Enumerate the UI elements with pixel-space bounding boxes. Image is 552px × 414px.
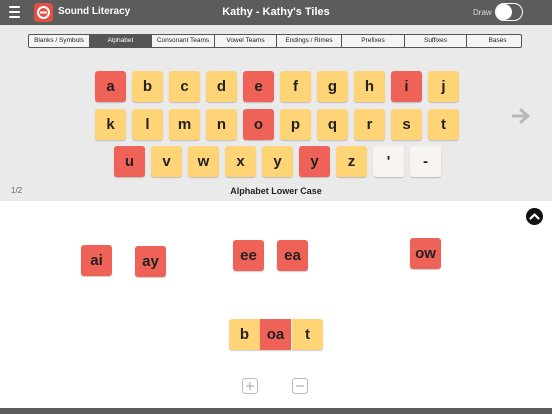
tab-consonant-teams[interactable]: Consonant Teams	[152, 35, 215, 47]
tile-w[interactable]: w	[188, 146, 219, 177]
tile-b[interactable]: b	[132, 71, 163, 102]
draw-label: Draw	[473, 8, 492, 17]
minus-icon[interactable]	[292, 378, 308, 394]
tab-suffixes[interactable]: Suffixes	[405, 35, 467, 47]
tile-e[interactable]: e	[243, 71, 274, 102]
tile-z[interactable]: z	[336, 146, 367, 177]
toggle-knob	[496, 4, 512, 20]
tab-bases[interactable]: Bases	[467, 35, 528, 47]
tab-endings-rimes[interactable]: Endings / Rimes	[277, 35, 342, 47]
tile-j[interactable]: j	[428, 71, 459, 102]
tile-apostrophe[interactable]: '	[373, 146, 404, 177]
canvas-tile-ai[interactable]: ai	[81, 245, 112, 276]
canvas-tile-ay[interactable]: ay	[135, 246, 166, 277]
chevron-up-icon[interactable]	[526, 208, 543, 225]
tile-t[interactable]: t	[428, 109, 459, 140]
tile-m[interactable]: m	[169, 109, 200, 140]
tile-g[interactable]: g	[317, 71, 348, 102]
tile-y[interactable]: y	[262, 146, 293, 177]
tile-h[interactable]: h	[354, 71, 385, 102]
tile-s[interactable]: s	[391, 109, 422, 140]
tab-prefixes[interactable]: Prefixes	[342, 35, 405, 47]
word-tile-oa[interactable]: oa	[260, 319, 291, 350]
tab-alphabet[interactable]: Alphabet	[90, 35, 152, 47]
tile-i[interactable]: i	[391, 71, 422, 102]
tile-v[interactable]: v	[151, 146, 182, 177]
canvas-tile-ea[interactable]: ea	[277, 240, 308, 271]
tab-vowel-teams[interactable]: Vowel Teams	[215, 35, 277, 47]
tile-q[interactable]: q	[317, 109, 348, 140]
tile-a[interactable]: a	[95, 71, 126, 102]
window-title: Kathy - Kathy's Tiles	[222, 6, 330, 18]
tile-x[interactable]: x	[225, 146, 256, 177]
draw-toggle[interactable]	[495, 3, 523, 21]
tile-y[interactable]: y	[299, 146, 330, 177]
bottom-bar	[0, 408, 552, 414]
tile-bank: Blanks / Symbols Alphabet Consonant Teams V…	[0, 25, 552, 201]
tile-hyphen[interactable]: -	[410, 146, 441, 177]
canvas-tile-ee[interactable]: ee	[233, 240, 264, 271]
tile-r[interactable]: r	[354, 109, 385, 140]
category-tabs: Blanks / Symbols Alphabet Consonant Teams V…	[28, 34, 522, 48]
canvas-tile-ow[interactable]: ow	[410, 238, 441, 269]
tile-k[interactable]: k	[95, 109, 126, 140]
tile-l[interactable]: l	[132, 109, 163, 140]
tile-p[interactable]: p	[280, 109, 311, 140]
tile-c[interactable]: c	[169, 71, 200, 102]
page-label: Alphabet Lower Case	[230, 186, 322, 196]
word-tile-t[interactable]: t	[292, 319, 323, 350]
tile-f[interactable]: f	[280, 71, 311, 102]
tile-o[interactable]: o	[243, 109, 274, 140]
tile-u[interactable]: u	[114, 146, 145, 177]
plus-icon[interactable]	[242, 378, 258, 394]
tab-blanks-symbols[interactable]: Blanks / Symbols	[29, 35, 90, 47]
tile-n[interactable]: n	[206, 109, 237, 140]
word-tile-b[interactable]: b	[229, 319, 260, 350]
arrow-right-icon[interactable]	[512, 108, 532, 124]
top-bar: Sound Literacy Kathy - Kathy's Tiles Dra…	[0, 0, 552, 25]
tile-d[interactable]: d	[206, 71, 237, 102]
